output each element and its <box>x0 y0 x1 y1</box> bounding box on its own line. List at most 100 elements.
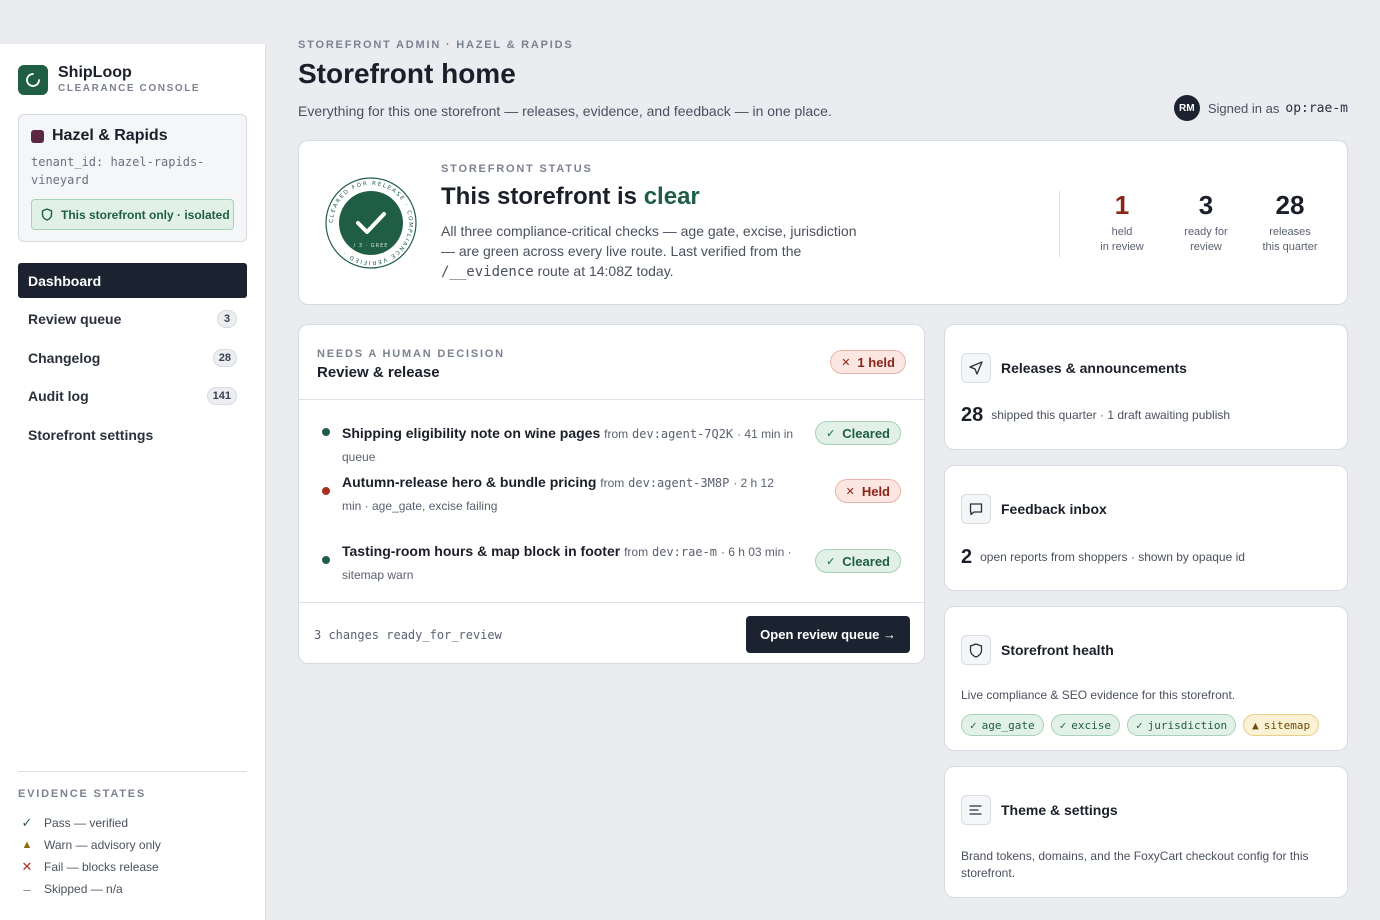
signed-in-label: Signed in as <box>1207 100 1280 116</box>
legend-label: Pass — verified <box>44 816 129 830</box>
signed-in-indicator[interactable]: RM Signed in as op:rae-m <box>1173 95 1348 121</box>
legend-label: Warn — advisory only <box>44 838 161 852</box>
legend-label: Skipped — n/a <box>44 882 123 896</box>
card-text: open reports from shoppers · shown by op… <box>980 550 1245 564</box>
nav-label: Storefront settings <box>28 426 154 443</box>
card-title: Theme & settings <box>1001 802 1118 818</box>
card-title: Feedback inbox <box>1001 501 1107 517</box>
nav-storefront-settings[interactable]: Storefront settings <box>18 417 247 452</box>
page-subtitle: Everything for this one storefront — rel… <box>298 103 832 119</box>
check-icon: ✓ <box>1135 718 1143 732</box>
health-card[interactable]: Storefront health Live compliance & SEO … <box>944 606 1348 751</box>
review-row[interactable]: Tasting-room hours & map block in footer… <box>299 536 924 586</box>
chip-label: jurisdiction <box>1147 718 1228 732</box>
nav-label: Audit log <box>28 388 89 404</box>
chip-age-gate[interactable]: ✓ age_gate <box>961 714 1044 736</box>
review-header: NEEDS A HUMAN DECISION Review & release … <box>299 325 924 400</box>
cleared-badge: ✓ Cleared <box>815 421 901 445</box>
review-release-card: NEEDS A HUMAN DECISION Review & release … <box>298 324 925 664</box>
legend-title: EVIDENCE STATES <box>18 788 147 800</box>
chip-jurisdiction[interactable]: ✓ jurisdiction <box>1126 714 1237 736</box>
brand-name: ShipLoop <box>58 64 132 81</box>
brand[interactable]: ShipLoop CLEARANCE CONSOLE <box>18 64 200 95</box>
warning-icon: ▲ <box>21 839 33 851</box>
row-title: Tasting-room hours & map block in footer <box>342 543 621 559</box>
shield-icon <box>961 635 991 665</box>
theme-card[interactable]: Theme & settings Brand tokens, domains, … <box>944 766 1348 898</box>
legend-fail: ✕ Fail — blocks release <box>18 856 247 878</box>
tenant-name-label: Hazel & Rapids <box>52 127 168 144</box>
check-icon: ✓ <box>826 427 836 440</box>
row-agent: dev:agent-7Q2K <box>632 427 734 441</box>
cross-icon: ✕ <box>841 356 851 369</box>
card-count: 28 <box>961 404 984 426</box>
review-title: Review & release <box>317 364 440 381</box>
row-from: from <box>604 427 629 441</box>
legend-warn: ▲ Warn — advisory only <box>18 834 247 856</box>
status-state: clear <box>643 183 700 210</box>
check-icon: ✓ <box>826 555 836 568</box>
releases-card[interactable]: Releases & announcements 28 shipped this … <box>944 324 1348 450</box>
legend-label: Fail — blocks release <box>44 860 159 874</box>
nav-dashboard[interactable]: Dashboard <box>18 263 247 298</box>
review-row[interactable]: Autumn-release hero & bundle pricing fro… <box>299 467 924 517</box>
tenant-name: Hazel & Rapids <box>31 127 234 145</box>
nav-review-queue[interactable]: Review queue 3 <box>18 302 247 337</box>
card-body: 28 shipped this quarter · 1 draft awaitin… <box>961 404 1231 426</box>
send-icon <box>961 353 991 383</box>
tenant-card: Hazel & Rapids tenant_id: hazel-rapids-v… <box>18 114 247 242</box>
cleared-seal-icon: CLEARED FOR RELEASE · COMPLIANCE VERIFIE… <box>325 177 417 274</box>
stat-releases[interactable]: 28 releases this quarter <box>1248 191 1332 257</box>
check-icon: ✓ <box>970 718 977 732</box>
chip-excise[interactable]: ✓ excise <box>1050 714 1120 736</box>
chip-sitemap[interactable]: ▲ sitemap <box>1243 714 1320 736</box>
status-dot <box>322 556 330 564</box>
row-from: from <box>624 545 649 559</box>
avatar: RM <box>1173 95 1200 121</box>
status-eyebrow: STOREFRONT STATUS <box>441 163 593 175</box>
nav-label: Changelog <box>28 349 101 366</box>
sidebar: ShipLoop CLEARANCE CONSOLE Hazel & Rapid… <box>0 44 266 920</box>
row-from: from <box>600 476 625 490</box>
status-desc-text: All three compliance-critical checks — a… <box>441 223 857 259</box>
stat-label-line: held <box>1111 226 1133 238</box>
legend-pass: ✓ Pass — verified <box>18 812 247 834</box>
open-review-queue-button[interactable]: Open review queue → <box>746 616 910 653</box>
chip-label: excise <box>1071 718 1111 732</box>
isolation-label: This storefront only · isolated <box>61 207 230 222</box>
feedback-card[interactable]: Feedback inbox 2 open reports from shoppe… <box>944 465 1348 591</box>
evidence-chips: ✓ age_gate ✓ excise ✓ jurisdiction ▲ sitemap <box>961 714 1326 736</box>
held-count-badge[interactable]: ✕ 1 held <box>830 350 906 374</box>
signed-in-user: op:rae-m <box>1285 100 1348 116</box>
review-footer: 3 changes ready_for_review Open review q… <box>299 602 924 664</box>
card-text: shipped this quarter · 1 draft awaiting … <box>991 408 1231 422</box>
evidence-legend: EVIDENCE STATES ✓ Pass — verified ▲ Warn —… <box>18 771 247 900</box>
message-icon <box>961 494 991 524</box>
nav-changelog[interactable]: Changelog 28 <box>18 340 247 375</box>
nav-label: Dashboard <box>28 272 102 289</box>
ready-count: 3 changes ready_for_review <box>314 628 502 642</box>
stat-number: 28 <box>1275 190 1305 220</box>
held-badge: ✕ Held <box>834 479 901 503</box>
stat-label: releases this quarter <box>1248 225 1332 255</box>
card-count: 2 <box>961 546 973 568</box>
state-label: Held <box>861 483 890 499</box>
row-title: Autumn-release hero & bundle pricing <box>342 474 597 490</box>
state-label: Cleared <box>842 425 890 441</box>
stat-number: 3 <box>1198 190 1214 220</box>
brand-subtitle: CLEARANCE CONSOLE <box>58 83 201 94</box>
status-dot <box>322 487 330 495</box>
held-count-label: 1 held <box>857 354 895 370</box>
stat-label: held in review <box>1080 225 1164 255</box>
nav-audit-log[interactable]: Audit log 141 <box>18 379 247 414</box>
review-row[interactable]: Shipping eligibility note on wine pages … <box>299 418 924 464</box>
stat-ready[interactable]: 3 ready for review <box>1164 191 1248 257</box>
row-agent: dev:agent-3M8P <box>628 476 730 490</box>
cross-icon: ✕ <box>845 485 855 498</box>
dash-icon: – <box>23 881 31 897</box>
status-headline-prefix: This storefront is <box>441 183 638 210</box>
nav-label: Review queue <box>28 311 122 327</box>
stat-held[interactable]: 1 held in review <box>1080 191 1164 257</box>
isolation-badge: This storefront only · isolated <box>31 199 234 230</box>
breadcrumb: STOREFRONT ADMIN · HAZEL & RAPIDS <box>298 39 574 51</box>
